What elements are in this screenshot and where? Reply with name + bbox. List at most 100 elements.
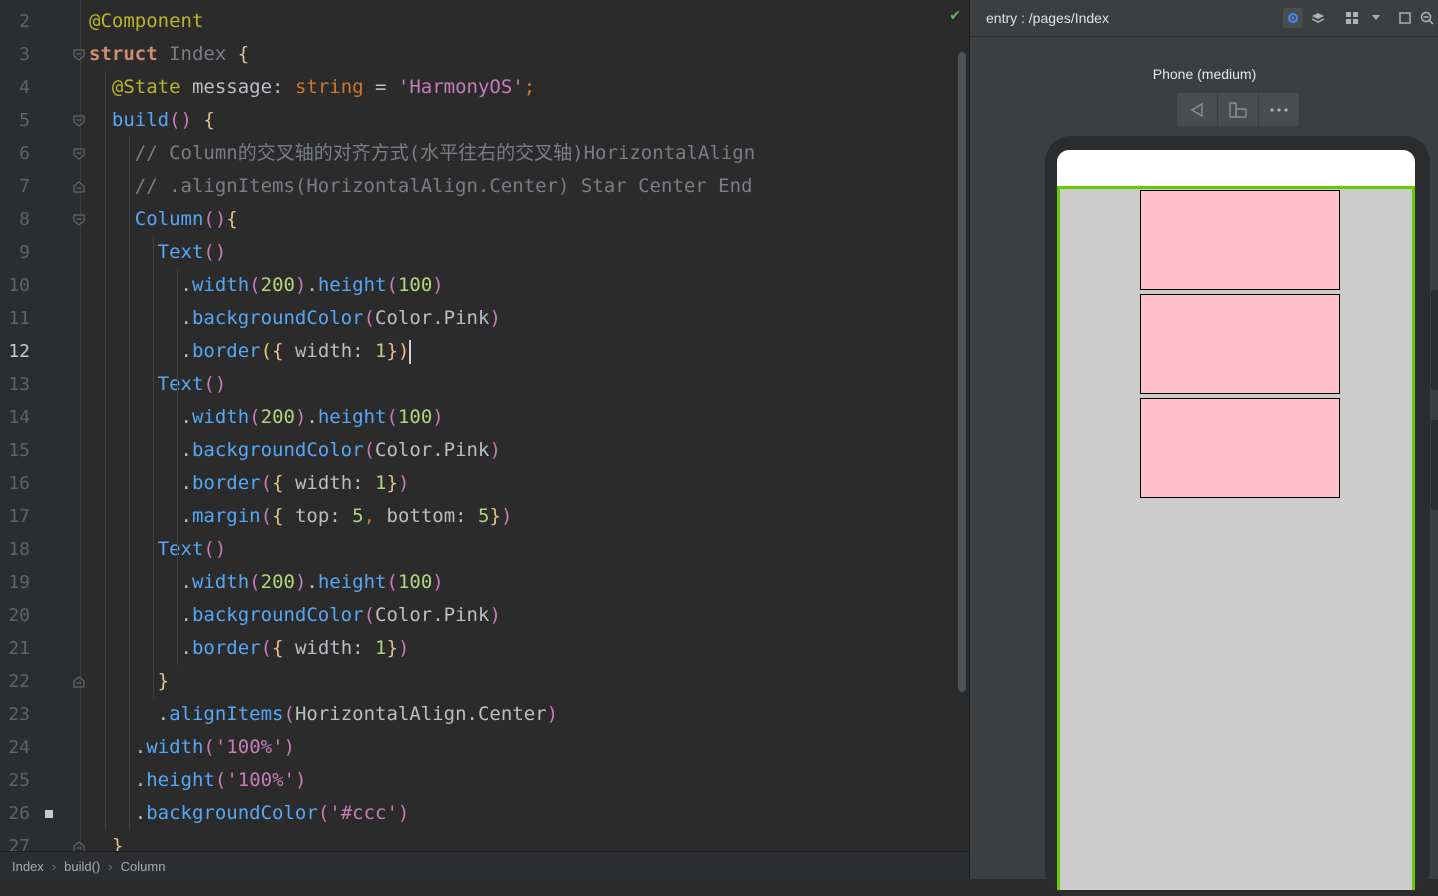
code-line[interactable]: .alignItems(HorizontalAlign.Center)	[89, 698, 558, 731]
code-token: ()	[203, 538, 227, 560]
back-icon[interactable]	[1177, 93, 1218, 126]
code-line[interactable]: .backgroundColor(Color.Pink)	[89, 599, 501, 632]
code-token: (	[283, 703, 295, 725]
code-token: Text	[157, 241, 204, 263]
breadcrumb-item-index[interactable]: Index	[12, 859, 44, 874]
code-token: )	[500, 505, 513, 527]
fold-marker-icon[interactable]	[73, 676, 85, 688]
code-token: ()	[169, 109, 204, 131]
code-token: margin	[191, 505, 261, 527]
code-token: .	[180, 406, 192, 428]
rotate-icon[interactable]	[1218, 93, 1259, 126]
breadcrumb-item-build[interactable]: build()	[64, 859, 100, 874]
line-number: 25	[8, 770, 30, 791]
side-handle[interactable]	[1431, 420, 1438, 510]
code-token: height	[317, 406, 387, 428]
line-number: 21	[8, 638, 30, 659]
code-editor[interactable]: 2 @Component 3 struct Index {4 @State messa…	[0, 0, 969, 851]
code-token: '100%'	[226, 769, 295, 791]
check-icon[interactable]: ✔	[949, 8, 961, 24]
code-token: 'HarmonyOS'	[397, 76, 524, 98]
pink-text-box[interactable]	[1140, 398, 1340, 498]
code-token: width	[191, 571, 250, 593]
code-token: (	[317, 802, 330, 824]
code-token: )	[432, 406, 444, 428]
line-number: 8	[19, 209, 30, 230]
code-token: (	[249, 571, 261, 593]
line-number: 26	[8, 803, 30, 824]
code-line[interactable]: .backgroundColor(Color.Pink)	[89, 302, 501, 335]
code-token: bottom	[386, 505, 456, 527]
line-number: 24	[8, 737, 30, 758]
code-line[interactable]: .border({ width: 1})	[89, 632, 410, 665]
code-line[interactable]: // Column的交叉轴的对齐方式(水平往右的交叉轴)HorizontalAl…	[89, 137, 755, 170]
code-line[interactable]: Text()	[89, 236, 227, 269]
code-token: border	[191, 637, 261, 659]
device-name[interactable]: Phone (medium)	[970, 66, 1438, 82]
pink-text-box[interactable]	[1140, 190, 1340, 290]
code-line[interactable]: Text()	[89, 533, 227, 566]
code-line[interactable]: Column(){	[89, 203, 238, 236]
code-token: .	[306, 571, 318, 593]
code-token: .	[432, 604, 444, 626]
layers-icon[interactable]	[1308, 8, 1328, 28]
line-number: 16	[8, 473, 30, 494]
phone-screen[interactable]	[1057, 150, 1415, 890]
code-token: .	[432, 439, 444, 461]
code-line[interactable]: @Component	[89, 5, 203, 38]
side-handle[interactable]	[1431, 290, 1438, 390]
code-token: backgroundColor	[146, 802, 318, 824]
code-token: Center	[477, 703, 547, 725]
breadcrumb-item-column[interactable]: Column	[121, 859, 166, 874]
zoom-out-icon[interactable]	[1417, 8, 1437, 28]
code-line[interactable]: // .alignItems(HorizontalAlign.Center) S…	[89, 170, 753, 203]
code-line[interactable]: .width('100%')	[89, 731, 295, 764]
code-line[interactable]: .width(200).height(100)	[89, 401, 444, 434]
fold-marker-icon[interactable]	[73, 214, 85, 226]
code-token: Color	[375, 307, 433, 329]
code-token: top	[294, 505, 330, 527]
breadcrumb-separator: ›	[108, 858, 113, 874]
code-line[interactable]: .border({ width: 1})	[89, 335, 412, 368]
fold-marker-icon[interactable]	[73, 49, 85, 61]
pink-text-box[interactable]	[1140, 294, 1340, 394]
bookmark-marker[interactable]	[45, 810, 53, 818]
fit-screen-icon[interactable]	[1395, 8, 1415, 28]
inspector-icon[interactable]	[1283, 8, 1303, 28]
fold-marker-icon[interactable]	[73, 841, 85, 851]
dropdown-chevron-icon[interactable]	[1366, 8, 1386, 28]
code-line[interactable]: Text()	[89, 368, 227, 401]
code-token: .	[157, 703, 170, 725]
code-line[interactable]: .width(200).height(100)	[89, 269, 444, 302]
code-token: )	[489, 604, 501, 626]
code-line[interactable]: .height('100%')	[89, 764, 307, 797]
editor-scrollbar[interactable]	[958, 52, 966, 692]
code-line[interactable]: .backgroundColor(Color.Pink)	[89, 434, 501, 467]
multi-device-icon[interactable]	[1342, 8, 1362, 28]
code-line[interactable]: .backgroundColor('#ccc')	[89, 797, 410, 830]
code-token: }	[386, 637, 398, 659]
code-token: height	[317, 274, 387, 296]
more-icon[interactable]	[1259, 93, 1299, 126]
code-line[interactable]: .width(200).height(100)	[89, 566, 444, 599]
code-token: )	[283, 736, 295, 758]
code-line[interactable]: }	[89, 830, 123, 851]
code-line[interactable]: .border({ width: 1})	[89, 467, 410, 500]
fold-marker-icon[interactable]	[73, 115, 85, 127]
code-token: ()	[203, 241, 227, 263]
code-token: width	[146, 736, 204, 758]
code-line[interactable]: struct Index {	[89, 38, 249, 71]
code-token: :	[352, 472, 376, 494]
fold-marker-icon[interactable]	[73, 148, 85, 160]
fold-marker-icon[interactable]	[73, 181, 85, 193]
code-line[interactable]: @State message: string = 'HarmonyOS';	[89, 71, 535, 104]
code-token: .	[134, 802, 147, 824]
code-token: )	[294, 406, 307, 428]
column-container[interactable]	[1057, 186, 1415, 890]
code-token: )	[294, 769, 307, 791]
code-line[interactable]: build() {	[89, 104, 215, 137]
